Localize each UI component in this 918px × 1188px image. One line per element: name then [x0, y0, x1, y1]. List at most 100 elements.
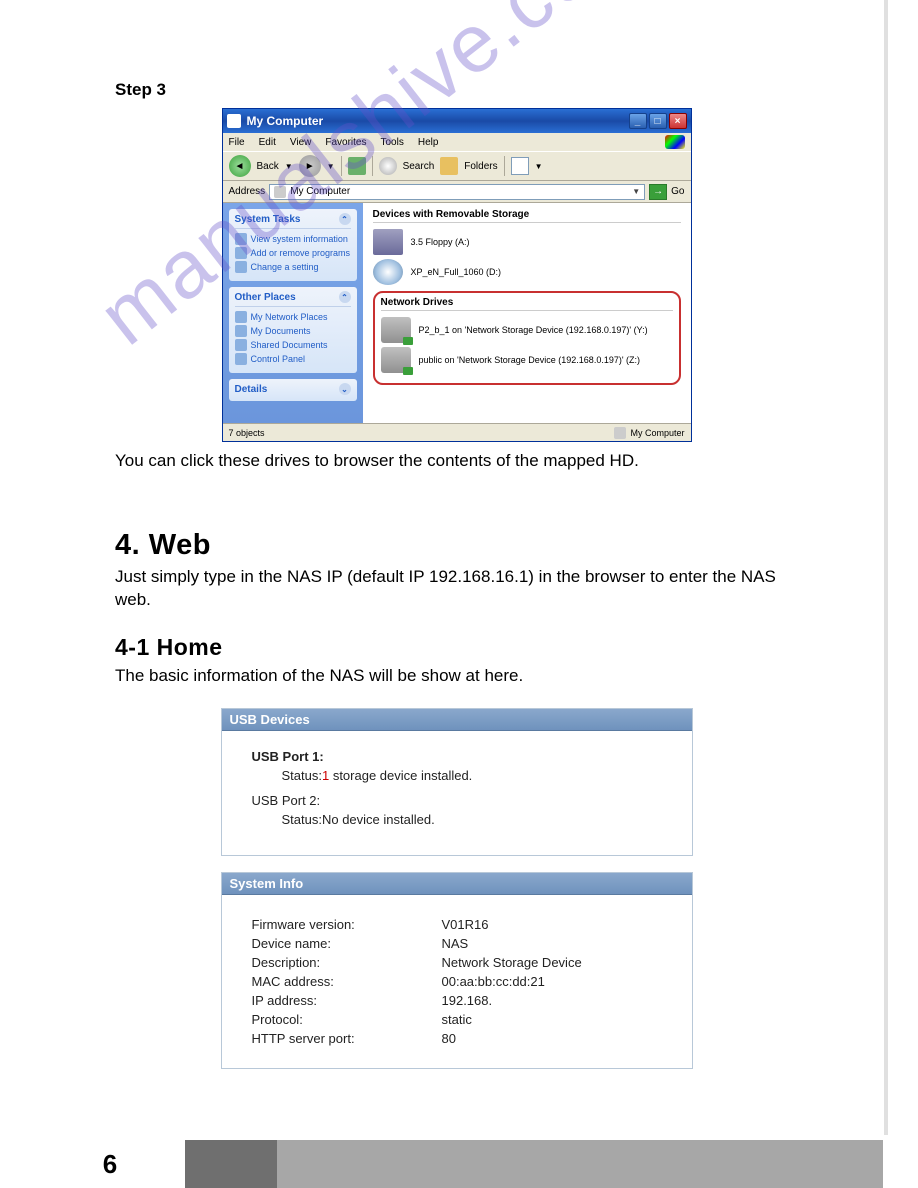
place-label: Control Panel — [251, 354, 306, 364]
cd-drive[interactable]: XP_eN_Full_1060 (D:) — [373, 259, 681, 285]
task-label: Change a setting — [251, 262, 319, 272]
search-label[interactable]: Search — [403, 161, 435, 172]
sys-label: Description: — [252, 955, 442, 970]
address-value: My Computer — [290, 186, 350, 197]
system-info-body: Firmware version:V01R16 Device name:NAS … — [222, 895, 692, 1068]
menu-view[interactable]: View — [290, 137, 312, 148]
sys-row-httpport: HTTP server port:80 — [252, 1031, 672, 1046]
back-button[interactable]: ◄ — [229, 155, 251, 177]
sys-value: 00:aa:bb:cc:dd:21 — [442, 974, 545, 989]
details-title: Details — [235, 384, 268, 395]
usb-port1-status: Status:1 storage device installed. — [252, 768, 672, 783]
sys-value: V01R16 — [442, 917, 489, 932]
page-number: 6 — [35, 1140, 185, 1188]
task-view-info[interactable]: View system information — [235, 233, 351, 245]
menu-edit[interactable]: Edit — [259, 137, 276, 148]
task-label: Add or remove programs — [251, 248, 351, 258]
status-prefix: Status: — [282, 768, 322, 783]
collapse-icon[interactable]: ⌃ — [339, 291, 351, 303]
sys-label: HTTP server port: — [252, 1031, 442, 1046]
sys-value: 192.168. — [442, 993, 493, 1008]
details-header[interactable]: Details ⌄ — [235, 383, 351, 398]
control-panel-icon — [235, 353, 247, 365]
home-body-text: The basic information of the NAS will be… — [115, 665, 798, 688]
task-change-setting[interactable]: Change a setting — [235, 261, 351, 273]
go-button[interactable]: → — [649, 184, 667, 200]
folders-icon[interactable] — [440, 157, 458, 175]
network-drive-z[interactable]: public on 'Network Storage Device (192.1… — [381, 347, 673, 373]
programs-icon — [235, 247, 247, 259]
place-control[interactable]: Control Panel — [235, 353, 351, 365]
place-label: My Network Places — [251, 312, 328, 322]
window-titlebar[interactable]: My Computer _ □ × — [223, 109, 691, 133]
window-title: My Computer — [247, 114, 324, 128]
address-dropdown-icon[interactable]: ▼ — [632, 187, 640, 196]
forward-dropdown-icon[interactable]: ▼ — [327, 162, 335, 171]
task-add-remove[interactable]: Add or remove programs — [235, 247, 351, 259]
back-dropdown-icon[interactable]: ▼ — [285, 162, 293, 171]
place-mydocs[interactable]: My Documents — [235, 325, 351, 337]
info-icon — [235, 233, 247, 245]
folders-label[interactable]: Folders — [464, 161, 497, 172]
place-network[interactable]: My Network Places — [235, 311, 351, 323]
collapse-icon[interactable]: ⌃ — [339, 213, 351, 225]
minimize-button[interactable]: _ — [629, 113, 647, 129]
usb-devices-panel: USB Devices USB Port 1: Status:1 storage… — [221, 708, 693, 856]
views-button[interactable] — [511, 157, 529, 175]
folder-icon — [235, 325, 247, 337]
sys-label: MAC address: — [252, 974, 442, 989]
address-field[interactable]: My Computer ▼ — [269, 184, 645, 200]
sys-value: 80 — [442, 1031, 456, 1046]
floppy-drive[interactable]: 3.5 Floppy (A:) — [373, 229, 681, 255]
menu-favorites[interactable]: Favorites — [325, 137, 366, 148]
sys-label: Firmware version: — [252, 917, 442, 932]
system-tasks-title: System Tasks — [235, 214, 301, 225]
search-icon[interactable] — [379, 157, 397, 175]
sys-label: Protocol: — [252, 1012, 442, 1027]
sys-row-ip: IP address:192.168. — [252, 993, 672, 1008]
menu-tools[interactable]: Tools — [380, 137, 403, 148]
step-heading: Step 3 — [115, 80, 798, 100]
network-drive-y[interactable]: P2_b_1 on 'Network Storage Device (192.1… — [381, 317, 673, 343]
go-label: Go — [671, 186, 684, 197]
menu-file[interactable]: File — [229, 137, 245, 148]
device-label: public on 'Network Storage Device (192.1… — [419, 355, 641, 365]
xp-explorer-window: My Computer _ □ × File Edit View Favorit… — [222, 108, 692, 442]
close-button[interactable]: × — [669, 113, 687, 129]
sys-value: NAS — [442, 936, 469, 951]
status-right-label: My Computer — [630, 428, 684, 438]
web-body-text: Just simply type in the NAS IP (default … — [115, 566, 798, 612]
expand-icon[interactable]: ⌄ — [339, 383, 351, 395]
sys-value: Network Storage Device — [442, 955, 582, 970]
window-body: System Tasks ⌃ View system information A… — [223, 203, 691, 423]
caption-text: You can click these drives to browser th… — [115, 450, 798, 473]
network-drives-highlight: Network Drives P2_b_1 on 'Network Storag… — [373, 291, 681, 385]
usb-port2-status: Status:No device installed. — [252, 812, 672, 827]
folder-icon — [235, 339, 247, 351]
usb-panel-body: USB Port 1: Status:1 storage device inst… — [222, 731, 692, 855]
menu-help[interactable]: Help — [418, 137, 439, 148]
place-label: Shared Documents — [251, 340, 328, 350]
sys-value: static — [442, 1012, 472, 1027]
other-places-pane: Other Places ⌃ My Network Places My Docu… — [229, 287, 357, 373]
section-web-heading: 4. Web — [115, 529, 798, 562]
device-label: XP_eN_Full_1060 (D:) — [411, 267, 502, 277]
section-home-heading: 4-1 Home — [115, 634, 798, 661]
up-folder-icon[interactable] — [348, 157, 366, 175]
place-shared[interactable]: Shared Documents — [235, 339, 351, 351]
address-label: Address — [229, 186, 266, 197]
page-footer: 6 — [35, 1140, 883, 1188]
views-dropdown-icon[interactable]: ▼ — [535, 162, 543, 171]
computer-icon — [614, 427, 626, 439]
details-pane: Details ⌄ — [229, 379, 357, 401]
status-bar: 7 objects My Computer — [223, 423, 691, 441]
system-tasks-header[interactable]: System Tasks ⌃ — [235, 213, 351, 229]
place-label: My Documents — [251, 326, 311, 336]
device-label: P2_b_1 on 'Network Storage Device (192.1… — [419, 325, 648, 335]
maximize-button[interactable]: □ — [649, 113, 667, 129]
status-suffix: storage device installed. — [329, 768, 472, 783]
status-location: My Computer — [614, 427, 684, 439]
other-places-header[interactable]: Other Places ⌃ — [235, 291, 351, 307]
forward-button[interactable]: ► — [299, 155, 321, 177]
sys-row-mac: MAC address:00:aa:bb:cc:dd:21 — [252, 974, 672, 989]
